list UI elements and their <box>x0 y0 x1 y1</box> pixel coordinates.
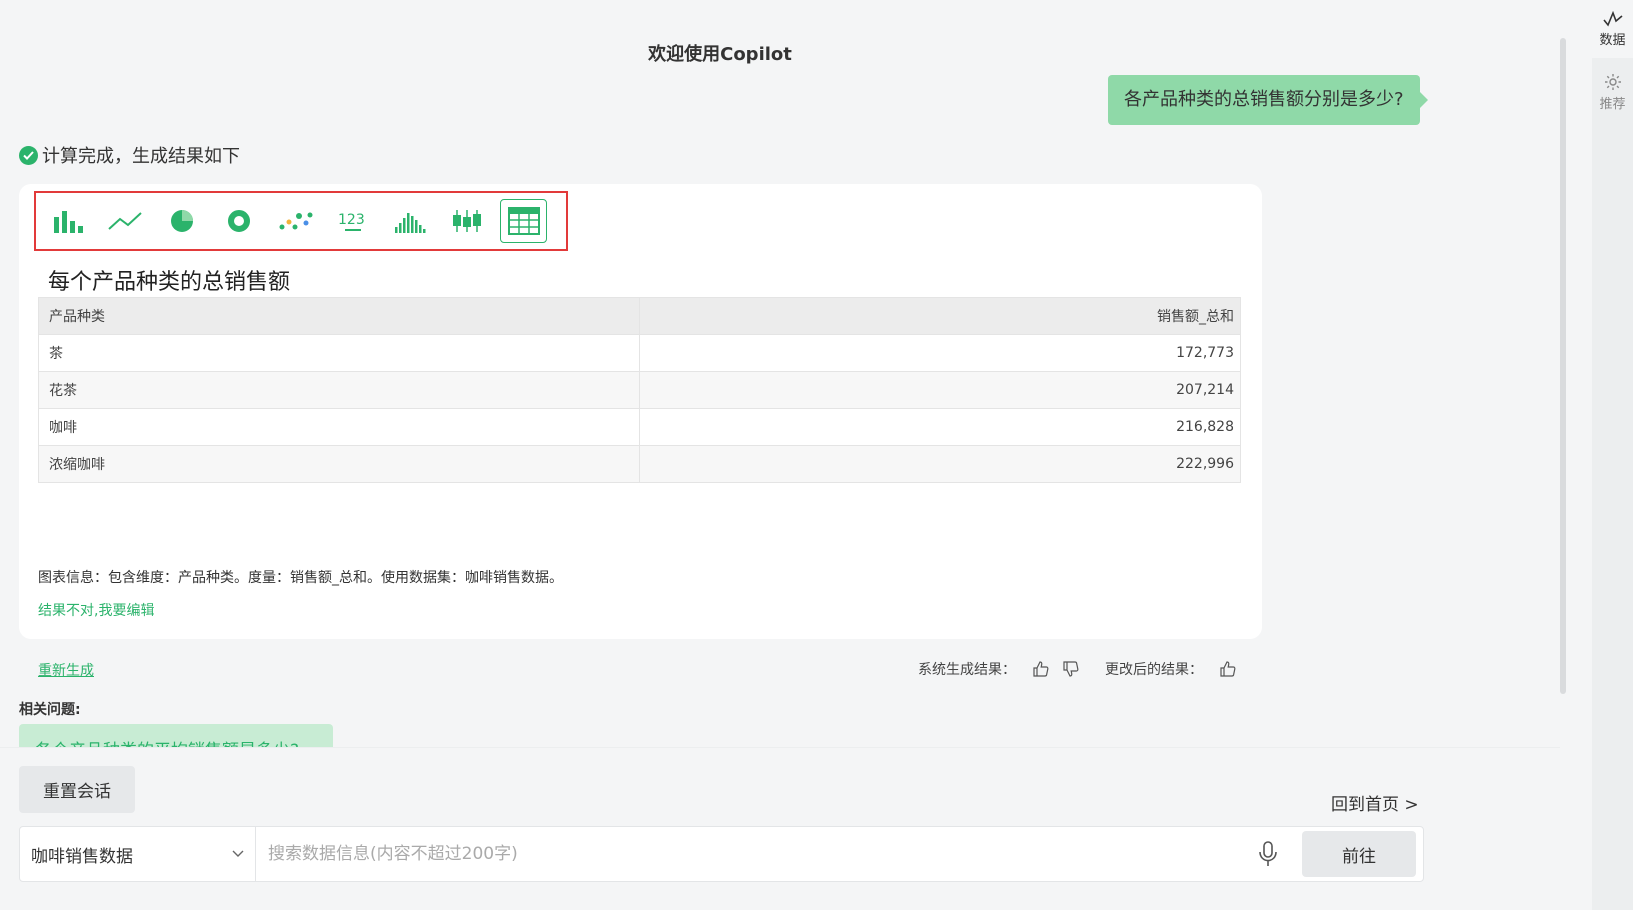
number-card-icon: 123 <box>338 212 365 231</box>
microphone-icon <box>1259 841 1277 866</box>
dataset-select-value: 咖啡销售数据 <box>31 846 133 867</box>
thumbs-up-icon <box>1033 661 1049 677</box>
table-row: 花茶 207,214 <box>38 371 1241 409</box>
bar-chart-icon <box>53 211 83 233</box>
scatter-chart-icon <box>279 212 312 230</box>
svg-text:123: 123 <box>338 212 365 228</box>
go-button[interactable]: 前往 <box>1302 831 1416 877</box>
system-result-feedback: 系统生成结果： <box>918 658 1082 680</box>
modified-result-label: 更改后的结果： <box>1105 662 1203 678</box>
histogram-chart-icon <box>394 213 425 233</box>
table-cell-value: 216,828 <box>639 408 1241 446</box>
table-icon <box>507 207 540 235</box>
donut-chart-button[interactable] <box>215 199 262 243</box>
pie-chart-button[interactable] <box>158 199 205 243</box>
column-header-category[interactable]: 产品种类 <box>38 297 640 335</box>
rail-item-recommend[interactable]: 推荐 <box>1592 63 1633 121</box>
check-circle-icon <box>19 145 38 165</box>
rail-item-label: 数据 <box>1599 32 1626 48</box>
result-card: 123 每个产品种类的总销售额 产品种类 销售额_总和 茶 172,773 花茶… <box>19 184 1262 639</box>
table-header-row: 产品种类 销售额_总和 <box>38 297 1241 335</box>
result-table-title: 每个产品种类的总销售额 <box>48 270 291 295</box>
thumbs-down-icon <box>1063 661 1079 677</box>
table-cell-category: 浓缩咖啡 <box>38 445 640 483</box>
table-cell-value: 172,773 <box>639 334 1241 372</box>
pie-chart-icon <box>170 210 193 232</box>
table-row: 浓缩咖啡 222,996 <box>38 445 1241 483</box>
page-title: 欢迎使用Copilot <box>648 44 792 65</box>
back-home-link[interactable]: 回到首页 > <box>1331 790 1419 815</box>
gear-icon <box>1604 73 1621 90</box>
related-question-item[interactable]: 各个产品种类的平均销售额是多少? <box>19 724 333 747</box>
status-line: 计算完成，生成结果如下 <box>19 142 240 168</box>
right-sidebar: 数据 推荐 <box>1592 0 1633 910</box>
thumbs-up-modified-button[interactable] <box>1217 658 1239 680</box>
search-input[interactable] <box>268 827 1248 881</box>
line-chart-icon <box>107 212 142 230</box>
vertical-scrollbar[interactable] <box>1560 38 1566 694</box>
regenerate-link[interactable]: 重新生成 <box>38 660 94 680</box>
dataset-select[interactable]: 咖啡销售数据 <box>20 827 256 881</box>
thumbs-up-icon <box>1220 661 1236 677</box>
number-card-button[interactable]: 123 <box>329 199 376 243</box>
table-cell-category: 咖啡 <box>38 408 640 446</box>
modified-result-feedback: 更改后的结果： <box>1105 658 1239 680</box>
donut-chart-icon <box>227 210 250 232</box>
main-area: 欢迎使用Copilot 各产品种类的总销售额分别是多少? 计算完成，生成结果如下 <box>0 0 1590 910</box>
bar-chart-button[interactable] <box>44 199 91 243</box>
chevron-down-icon <box>231 846 245 866</box>
rail-item-label: 推荐 <box>1599 96 1626 112</box>
boxplot-chart-icon <box>452 210 481 232</box>
data-trend-icon <box>1602 10 1623 27</box>
table-row: 茶 172,773 <box>38 334 1241 372</box>
query-input-bar: 咖啡销售数据 前往 <box>19 826 1424 882</box>
user-question-bubble: 各产品种类的总销售额分别是多少? <box>1108 75 1428 125</box>
status-text: 计算完成，生成结果如下 <box>42 146 240 167</box>
table-chart-button[interactable] <box>500 199 547 243</box>
chart-type-toolbar: 123 <box>34 191 568 251</box>
divider <box>0 747 1560 748</box>
system-result-label: 系统生成结果： <box>918 662 1016 678</box>
line-chart-button[interactable] <box>101 199 148 243</box>
result-table: 产品种类 销售额_总和 茶 172,773 花茶 207,214 咖啡 216,… <box>38 297 1241 483</box>
table-cell-value: 207,214 <box>639 371 1241 409</box>
thumbs-up-button[interactable] <box>1030 658 1052 680</box>
scatter-chart-button[interactable] <box>272 199 319 243</box>
histogram-chart-button[interactable] <box>386 199 433 243</box>
column-header-sales-sum[interactable]: 销售额_总和 <box>639 297 1241 335</box>
table-cell-value: 222,996 <box>639 445 1241 483</box>
microphone-button[interactable] <box>1258 841 1278 871</box>
reset-session-button[interactable]: 重置会话 <box>19 766 135 813</box>
rail-item-data[interactable]: 数据 <box>1592 0 1633 58</box>
table-cell-category: 茶 <box>38 334 640 372</box>
thumbs-down-button[interactable] <box>1060 658 1082 680</box>
related-questions-label: 相关问题: <box>19 702 81 718</box>
chart-info-text: 图表信息：包含维度：产品种类。度量：销售额_总和。使用数据集：咖啡销售数据。 <box>38 570 563 586</box>
table-row: 咖啡 216,828 <box>38 408 1241 446</box>
boxplot-chart-button[interactable] <box>443 199 490 243</box>
edit-result-link[interactable]: 结果不对,我要编辑 <box>38 600 154 620</box>
table-cell-category: 花茶 <box>38 371 640 409</box>
